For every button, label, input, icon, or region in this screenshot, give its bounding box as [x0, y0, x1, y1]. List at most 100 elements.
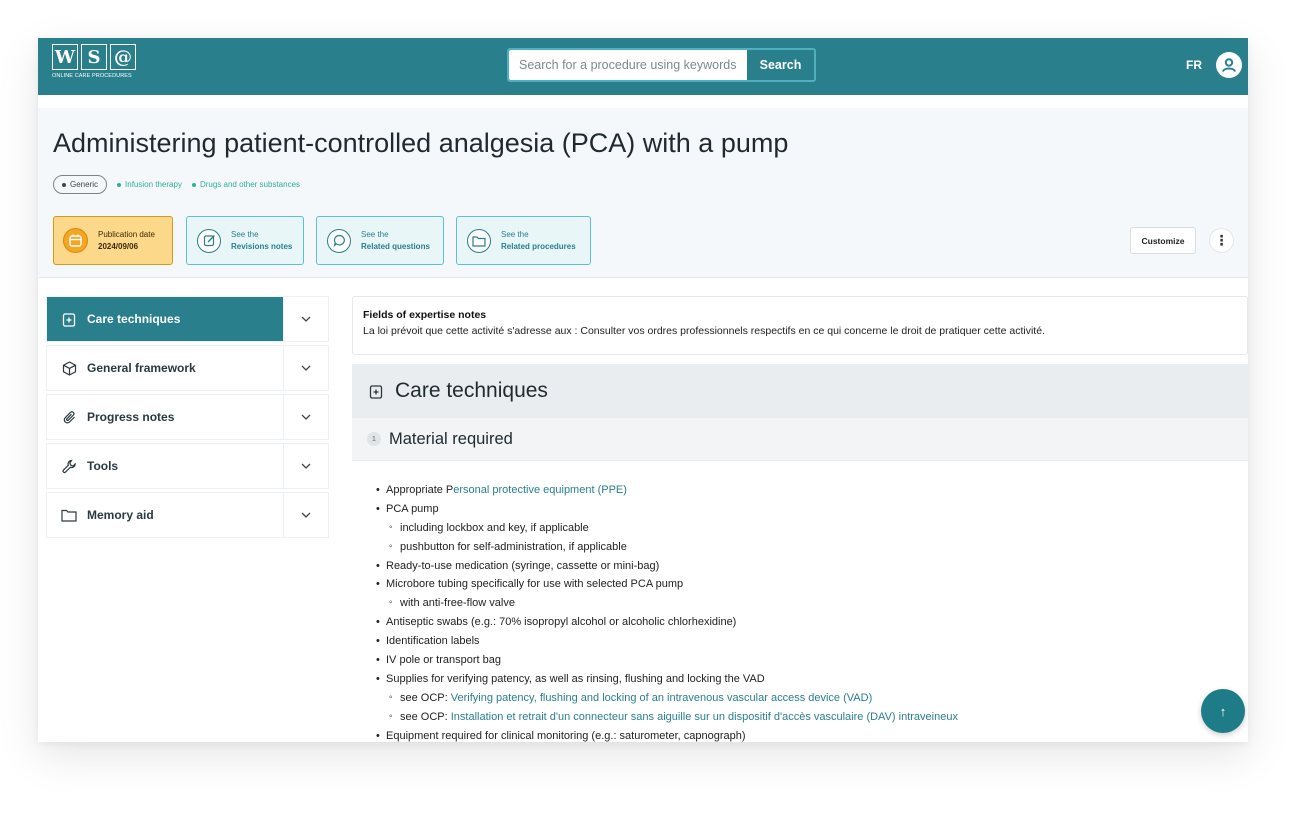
subsection-header: 1 Material required	[352, 418, 1248, 461]
search-bar: Search	[507, 48, 816, 82]
sidebar-item-label: Progress notes	[87, 410, 175, 424]
list-item: IV pole or transport bag	[376, 651, 1248, 670]
card-line1: See the	[501, 229, 529, 239]
publication-label: Publication date	[98, 229, 155, 239]
main-content: Fields of expertise notes La loi prévoit…	[352, 296, 1248, 742]
language-toggle[interactable]: FR	[1186, 58, 1202, 72]
list-item-link[interactable]: ersonal protective equipment (PPE)	[453, 484, 627, 496]
publication-date: 2024/09/06	[98, 241, 139, 251]
sidebar-item-tools[interactable]: Tools	[46, 443, 329, 489]
card-line2: Revisions notes	[231, 241, 293, 251]
search-button[interactable]: Search	[747, 50, 814, 80]
chevron-down-icon[interactable]	[283, 395, 328, 439]
list-subitem: with anti-free-flow valve	[386, 594, 1248, 613]
logo-letter: @	[110, 44, 136, 70]
sidebar-item-progress-notes[interactable]: Progress notes	[46, 394, 329, 440]
dot-icon	[117, 182, 122, 187]
list-item-text: Appropriate P	[386, 484, 454, 496]
calendar-icon	[63, 228, 88, 253]
related-questions-button[interactable]: See the Related questions	[316, 216, 444, 265]
sidebar-item-label: Tools	[87, 459, 119, 473]
tag-generic-label: Generic	[70, 180, 99, 189]
section-sidebar: Care techniques General framework Progre…	[46, 296, 329, 541]
sidebar-item-label: Memory aid	[87, 508, 154, 522]
section-header: Care techniques	[352, 364, 1248, 418]
clipboard-plus-icon	[61, 311, 77, 327]
tag-category[interactable]: Infusion therapy	[117, 180, 182, 189]
list-subitem: see OCP: Verifying patency, flushing and…	[386, 689, 1248, 708]
customize-button[interactable]: Customize	[1130, 227, 1196, 254]
more-options-icon[interactable]: ⋮	[1209, 228, 1234, 253]
edit-icon	[197, 228, 221, 253]
sidebar-item-label: General framework	[87, 361, 196, 375]
chevron-down-icon[interactable]	[283, 297, 328, 341]
folder-icon	[467, 228, 491, 253]
list-item-link[interactable]: Verifying patency, flushing and locking …	[451, 692, 872, 704]
chevron-down-icon[interactable]	[283, 493, 328, 537]
dot-icon	[62, 182, 66, 187]
list-item-text: pushbutton for self-administration, if a…	[400, 540, 627, 553]
clipboard-plus-icon	[369, 384, 383, 399]
list-item: Identification labels	[376, 632, 1248, 651]
logo-letter: W	[52, 44, 78, 70]
card-line2: Related procedures	[501, 241, 576, 251]
list-item-text: Microbore tubing specifically for use wi…	[386, 578, 684, 591]
chevron-down-icon[interactable]	[283, 346, 328, 390]
card-line2: Related questions	[361, 241, 430, 251]
page-title: Administering patient-controlled analges…	[53, 128, 789, 158]
folder-icon	[61, 507, 77, 523]
app-window: W S @ ONLINE CARE PROCEDURES Search FR A…	[38, 38, 1248, 742]
card-line1: See the	[231, 229, 259, 239]
sidebar-item-label: Care techniques	[87, 312, 181, 326]
tag-category[interactable]: Drugs and other substances	[191, 180, 301, 189]
list-item-text: Supplies for verifying patency, as well …	[386, 672, 765, 685]
tag-category-label: Infusion therapy	[125, 180, 182, 189]
subsection-title: Material required	[389, 429, 513, 448]
step-number-badge: 1	[367, 432, 381, 446]
site-logo[interactable]: W S @ ONLINE CARE PROCEDURES	[52, 44, 142, 88]
card-line1: See the	[361, 229, 389, 239]
list-item-text: PCA pump	[386, 502, 439, 515]
list-subitem: see OCP: Installation et retrait d'un co…	[386, 708, 1248, 727]
list-item-text: including lockbox and key, if applicable	[400, 521, 589, 534]
sidebar-item-general-framework[interactable]: General framework	[46, 345, 329, 391]
chat-bubble-icon	[327, 228, 351, 253]
dot-icon	[191, 182, 196, 187]
search-input[interactable]	[509, 50, 747, 80]
tag-generic[interactable]: Generic	[53, 175, 108, 194]
logo-subtitle: ONLINE CARE PROCEDURES	[52, 73, 132, 79]
list-item: Equipment required for clinical monitori…	[376, 727, 1248, 742]
related-procedures-button[interactable]: See the Related procedures	[456, 216, 591, 265]
list-item-text: Ready-to-use medication (syringe, casset…	[386, 559, 660, 572]
section-title: Care techniques	[395, 379, 548, 402]
list-item-link[interactable]: Installation et retrait d'un connecteur …	[451, 711, 958, 723]
list-subitem: including lockbox and key, if applicable	[386, 519, 1248, 538]
sidebar-item-care-techniques[interactable]: Care techniques	[46, 296, 329, 342]
list-item-text: with anti-free-flow valve	[400, 597, 515, 610]
procedure-header: Administering patient-controlled analges…	[38, 108, 1248, 278]
list-item: Ready-to-use medication (syringe, casset…	[376, 557, 1248, 576]
list-item-text: see OCP:	[400, 691, 451, 704]
list-item-text: Antiseptic swabs (e.g.: 70% isopropyl al…	[386, 616, 737, 629]
list-subitem: pushbutton for self-administration, if a…	[386, 538, 1248, 557]
list-item: PCA pump	[376, 500, 1248, 519]
expertise-notes-box: Fields of expertise notes La loi prévoit…	[352, 296, 1248, 355]
list-item-text: see OCP:	[400, 710, 451, 723]
tag-list: Generic Infusion therapy Drugs and other…	[53, 175, 300, 194]
wrench-icon	[61, 458, 77, 474]
tag-category-label: Drugs and other substances	[199, 180, 301, 189]
user-account-icon[interactable]	[1216, 52, 1242, 78]
notes-title: Fields of expertise notes	[363, 309, 487, 321]
top-navigation-bar: W S @ ONLINE CARE PROCEDURES Search FR	[38, 38, 1248, 95]
list-item-text: Equipment required for clinical monitori…	[386, 729, 746, 742]
publication-date-card: Publication date 2024/09/06	[53, 216, 173, 265]
scroll-to-top-button[interactable]: ↑	[1201, 689, 1245, 733]
list-item: Microbore tubing specifically for use wi…	[376, 575, 1248, 594]
material-list: Appropriate Personal protective equipmen…	[352, 461, 1248, 742]
cube-icon	[61, 360, 77, 376]
list-item: Supplies for verifying patency, as well …	[376, 670, 1248, 689]
chevron-down-icon[interactable]	[283, 444, 328, 488]
revisions-notes-button[interactable]: See the Revisions notes	[186, 216, 304, 265]
sidebar-item-memory-aid[interactable]: Memory aid	[46, 492, 329, 538]
list-item-text: Identification labels	[386, 635, 480, 648]
